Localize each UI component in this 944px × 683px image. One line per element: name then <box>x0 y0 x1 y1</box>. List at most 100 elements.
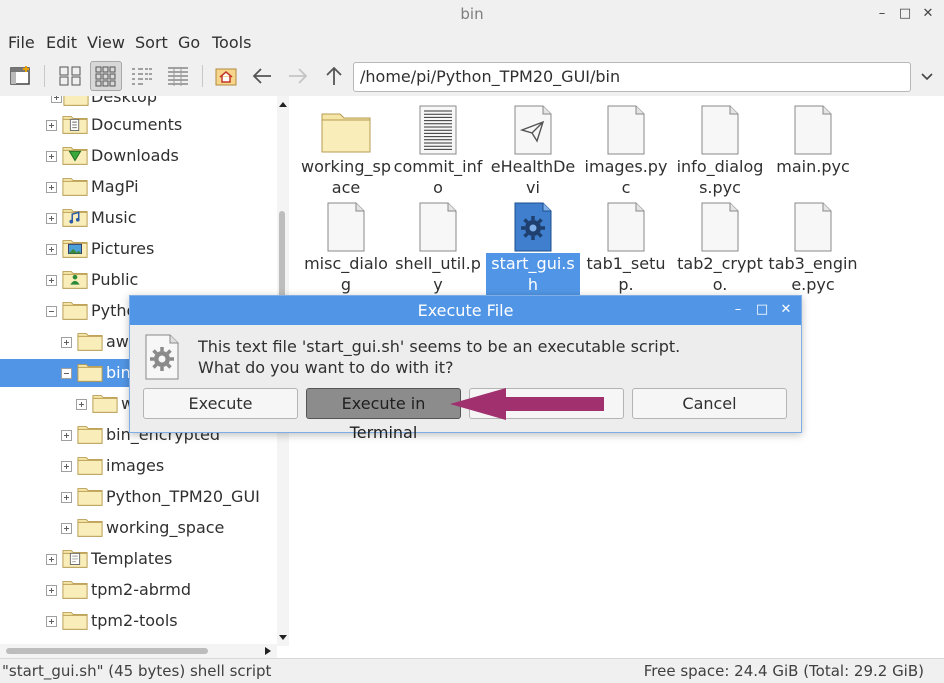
expand-icon[interactable] <box>76 399 87 410</box>
file-item[interactable]: commit_info <box>391 104 485 198</box>
minimize-button[interactable]: – <box>874 6 890 22</box>
folder-icon <box>77 457 103 475</box>
expand-icon[interactable] <box>46 585 57 596</box>
status-free-space: Free space: 24.4 GiB (Total: 29.2 GiB) <box>643 662 924 680</box>
script-file-icon <box>507 201 559 253</box>
tree-item[interactable]: Public <box>0 266 277 294</box>
thumbnail-view-button[interactable] <box>90 61 122 91</box>
expand-icon[interactable] <box>61 461 72 472</box>
dialog-title: Execute File <box>417 301 514 320</box>
expand-icon[interactable] <box>61 523 72 534</box>
file-item[interactable]: info_dialog s.pyc <box>673 104 767 198</box>
close-button[interactable]: ✕ <box>920 6 936 22</box>
maximize-button[interactable]: □ <box>897 6 913 22</box>
tree-item[interactable]: working_space <box>0 514 277 542</box>
file-item[interactable]: start_gui.sh <box>486 201 580 295</box>
menu-file[interactable]: File <box>8 33 35 52</box>
expand-icon[interactable] <box>46 244 57 255</box>
menu-view[interactable]: View <box>87 33 125 52</box>
list-view-icon <box>168 67 188 86</box>
tree-item[interactable]: Downloads <box>0 142 277 170</box>
tree-item-icon <box>77 423 103 445</box>
folder-icon <box>77 519 103 537</box>
executable-gear-icon <box>145 334 179 380</box>
thumbnail-view-icon <box>95 66 116 87</box>
back-button[interactable] <box>246 61 278 91</box>
expand-icon[interactable] <box>61 337 72 348</box>
tree-item-icon <box>63 96 89 107</box>
text-file-icon <box>412 104 464 156</box>
tree-horizontal-scrollbar[interactable] <box>0 644 277 658</box>
tree-item[interactable]: MagPi <box>0 173 277 201</box>
dialog-close-button[interactable]: ✕ <box>778 302 794 318</box>
tree-item-label: tpm2-tools <box>91 611 178 630</box>
tree-item[interactable]: tpm2-abrmd <box>0 576 277 604</box>
tree-item-label: Desktop <box>91 96 157 106</box>
expand-icon[interactable] <box>46 213 57 224</box>
folder-icon <box>77 488 103 506</box>
open-button[interactable] <box>469 388 624 419</box>
tree-item-label: MagPi <box>91 177 139 196</box>
templates-folder-icon <box>62 550 88 568</box>
file-item[interactable]: working_sp ace <box>299 104 393 198</box>
tree-item[interactable]: tpm2-tools <box>0 607 277 635</box>
folder-icon <box>63 96 89 106</box>
tree-horizontal-scrollbar-thumb[interactable] <box>6 648 208 654</box>
expand-icon[interactable] <box>61 492 72 503</box>
folder-icon <box>77 364 103 382</box>
blank-file-icon <box>412 201 464 253</box>
file-item[interactable]: images.pyc <box>579 104 673 198</box>
tree-item[interactable]: Music <box>0 204 277 232</box>
tree-item-icon <box>62 175 88 197</box>
tree-item-icon <box>77 516 103 538</box>
dialog-message-line-1: This text file 'start_gui.sh' seems to b… <box>198 337 681 356</box>
file-name: working_sp ace <box>301 157 391 197</box>
expand-icon[interactable] <box>46 275 57 286</box>
tree-item[interactable]: Desktop <box>0 96 277 111</box>
path-input[interactable]: /home/pi/Python_TPM20_GUI/bin <box>353 62 911 92</box>
tree-item-icon <box>62 547 88 569</box>
new-window-button[interactable] <box>5 61 37 91</box>
menu-tools[interactable]: Tools <box>212 33 251 52</box>
collapse-icon[interactable] <box>46 306 57 317</box>
expand-icon[interactable] <box>46 554 57 565</box>
menu-go[interactable]: Go <box>178 33 200 52</box>
tree-item-icon <box>62 237 88 259</box>
expand-icon[interactable] <box>46 151 57 162</box>
tree-item[interactable]: Pictures <box>0 235 277 263</box>
forward-button[interactable] <box>282 61 314 91</box>
tree-item-label: Templates <box>91 549 173 568</box>
dialog-minimize-button[interactable]: – <box>730 302 746 318</box>
menu-sort[interactable]: Sort <box>135 33 168 52</box>
execute-button[interactable]: Execute <box>143 388 298 419</box>
file-item[interactable]: tab3_engin e.pyc <box>766 201 860 295</box>
tree-item[interactable]: Templates <box>0 545 277 573</box>
cancel-button[interactable]: Cancel <box>632 388 787 419</box>
documents-folder-icon <box>62 116 88 134</box>
path-dropdown-button[interactable] <box>915 62 939 92</box>
detailed-list-view-button[interactable] <box>162 61 194 91</box>
file-item[interactable]: main.pyc <box>766 104 860 177</box>
file-name: tab3_engin e.pyc <box>768 254 858 294</box>
tree-item-label: Documents <box>91 115 183 134</box>
tree-item[interactable]: Python_TPM20_GUI <box>0 483 277 511</box>
expand-icon[interactable] <box>46 120 57 131</box>
expand-icon[interactable] <box>46 182 57 193</box>
up-button[interactable] <box>318 61 350 91</box>
tree-item[interactable]: Documents <box>0 111 277 139</box>
collapse-icon[interactable] <box>61 368 72 379</box>
icon-view-button[interactable] <box>54 61 86 91</box>
expand-icon[interactable] <box>46 616 57 627</box>
menu-edit[interactable]: Edit <box>46 33 77 52</box>
folder-icon <box>62 612 88 630</box>
chevron-down-icon <box>921 73 933 81</box>
home-button[interactable] <box>210 61 242 91</box>
execute-in-terminal-button[interactable]: Execute in Terminal <box>306 388 461 442</box>
expand-icon[interactable] <box>51 96 62 103</box>
forward-arrow-icon <box>289 68 308 84</box>
compact-view-button[interactable] <box>126 61 158 91</box>
expand-icon[interactable] <box>61 430 72 441</box>
tree-item[interactable]: images <box>0 452 277 480</box>
dialog-maximize-button[interactable]: □ <box>754 302 770 318</box>
up-arrow-icon <box>326 66 342 85</box>
